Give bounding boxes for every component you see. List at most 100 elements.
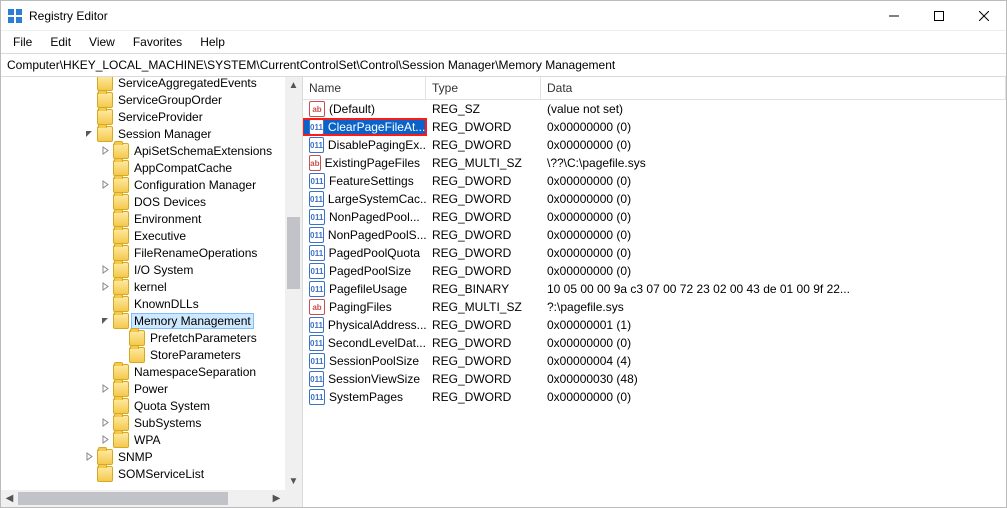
- registry-tree[interactable]: ServiceAggregatedEventsServiceGroupOrder…: [1, 77, 285, 482]
- value-data-cell: 0x00000000 (0): [541, 174, 1006, 188]
- column-data[interactable]: Data: [541, 77, 1006, 99]
- tree-item[interactable]: Session Manager: [1, 125, 285, 142]
- value-row[interactable]: 011PagefileUsageREG_BINARY10 05 00 00 9a…: [303, 280, 1006, 298]
- folder-icon: [113, 143, 129, 159]
- tree-item[interactable]: SNMP: [1, 448, 285, 465]
- value-row[interactable]: 011LargeSystemCac...REG_DWORD0x00000000 …: [303, 190, 1006, 208]
- maximize-button[interactable]: [916, 1, 961, 30]
- tree-item[interactable]: Memory Management: [1, 312, 285, 329]
- scroll-thumb[interactable]: [18, 492, 228, 505]
- expander-closed-icon[interactable]: [97, 180, 113, 189]
- value-data-cell: \??\C:\pagefile.sys: [541, 156, 1006, 170]
- value-row[interactable]: 011FeatureSettingsREG_DWORD0x00000000 (0…: [303, 172, 1006, 190]
- tree-item[interactable]: SubSystems: [1, 414, 285, 431]
- value-name-cell: 011ClearPageFileAt...: [303, 119, 426, 135]
- expander-closed-icon[interactable]: [97, 384, 113, 393]
- tree-horizontal-scrollbar[interactable]: ◀ ▶: [1, 490, 285, 507]
- expander-closed-icon[interactable]: [81, 452, 97, 461]
- values-list[interactable]: ab(Default)REG_SZ(value not set)011Clear…: [303, 100, 1006, 507]
- registry-editor-window: Registry Editor File Edit View Favorites…: [0, 0, 1007, 508]
- tree-item[interactable]: ServiceGroupOrder: [1, 91, 285, 108]
- tree-item-label: Environment: [132, 212, 203, 226]
- value-row[interactable]: ab(Default)REG_SZ(value not set): [303, 100, 1006, 118]
- value-name: DisablePagingEx...: [328, 138, 426, 152]
- tree-item[interactable]: SOMServiceList: [1, 465, 285, 482]
- folder-icon: [113, 228, 129, 244]
- value-data-cell: 0x00000000 (0): [541, 210, 1006, 224]
- tree-item[interactable]: WPA: [1, 431, 285, 448]
- tree-item[interactable]: PrefetchParameters: [1, 329, 285, 346]
- tree-item-label: NamespaceSeparation: [132, 365, 258, 379]
- value-type-cell: REG_BINARY: [426, 282, 541, 296]
- value-row[interactable]: 011SessionPoolSizeREG_DWORD0x00000004 (4…: [303, 352, 1006, 370]
- scroll-down-icon[interactable]: ▼: [285, 473, 302, 490]
- tree-item[interactable]: FileRenameOperations: [1, 244, 285, 261]
- value-row[interactable]: 011ClearPageFileAt...REG_DWORD0x00000000…: [303, 118, 1006, 136]
- expander-open-icon[interactable]: [81, 129, 97, 138]
- value-row[interactable]: abPagingFilesREG_MULTI_SZ?:\pagefile.sys: [303, 298, 1006, 316]
- titlebar[interactable]: Registry Editor: [1, 1, 1006, 31]
- value-type-cell: REG_DWORD: [426, 120, 541, 134]
- expander-closed-icon[interactable]: [97, 418, 113, 427]
- folder-icon: [113, 194, 129, 210]
- menu-favorites[interactable]: Favorites: [125, 33, 190, 51]
- scroll-left-icon[interactable]: ◀: [1, 490, 18, 507]
- value-type-cell: REG_DWORD: [426, 354, 541, 368]
- expander-open-icon[interactable]: [97, 316, 113, 325]
- value-row[interactable]: 011DisablePagingEx...REG_DWORD0x00000000…: [303, 136, 1006, 154]
- expander-closed-icon[interactable]: [97, 146, 113, 155]
- scroll-up-icon[interactable]: ▲: [285, 77, 302, 94]
- menu-view[interactable]: View: [81, 33, 123, 51]
- address-bar[interactable]: Computer\HKEY_LOCAL_MACHINE\SYSTEM\Curre…: [1, 53, 1006, 77]
- value-row[interactable]: 011SessionViewSizeREG_DWORD0x00000030 (4…: [303, 370, 1006, 388]
- value-data-cell: 0x00000000 (0): [541, 228, 1006, 242]
- expander-closed-icon[interactable]: [97, 435, 113, 444]
- value-row[interactable]: 011PagedPoolQuotaREG_DWORD0x00000000 (0): [303, 244, 1006, 262]
- column-type[interactable]: Type: [426, 77, 541, 99]
- tree-item[interactable]: Environment: [1, 210, 285, 227]
- value-type-cell: REG_DWORD: [426, 138, 541, 152]
- value-data-cell: (value not set): [541, 102, 1006, 116]
- tree-item[interactable]: I/O System: [1, 261, 285, 278]
- tree-item[interactable]: ServiceProvider: [1, 108, 285, 125]
- value-type-cell: REG_DWORD: [426, 174, 541, 188]
- column-name[interactable]: Name: [303, 77, 426, 99]
- menu-help[interactable]: Help: [192, 33, 233, 51]
- tree-item[interactable]: DOS Devices: [1, 193, 285, 210]
- tree-item[interactable]: AppCompatCache: [1, 159, 285, 176]
- tree-item[interactable]: Quota System: [1, 397, 285, 414]
- value-row[interactable]: abExistingPageFilesREG_MULTI_SZ\??\C:\pa…: [303, 154, 1006, 172]
- value-row[interactable]: 011NonPagedPoolS...REG_DWORD0x00000000 (…: [303, 226, 1006, 244]
- value-row[interactable]: 011NonPagedPool...REG_DWORD0x00000000 (0…: [303, 208, 1006, 226]
- tree-item[interactable]: NamespaceSeparation: [1, 363, 285, 380]
- value-row[interactable]: 011PagedPoolSizeREG_DWORD0x00000000 (0): [303, 262, 1006, 280]
- tree-item[interactable]: StoreParameters: [1, 346, 285, 363]
- value-name: LargeSystemCac...: [328, 192, 426, 206]
- minimize-button[interactable]: [871, 1, 916, 30]
- tree-item[interactable]: ApiSetSchemaExtensions: [1, 142, 285, 159]
- folder-icon: [97, 77, 113, 91]
- scroll-thumb[interactable]: [287, 217, 300, 289]
- tree-item[interactable]: Executive: [1, 227, 285, 244]
- tree-item-label: Power: [132, 382, 170, 396]
- menu-edit[interactable]: Edit: [42, 33, 79, 51]
- tree-item[interactable]: KnownDLLs: [1, 295, 285, 312]
- tree-item[interactable]: kernel: [1, 278, 285, 295]
- tree-item[interactable]: Configuration Manager: [1, 176, 285, 193]
- tree-vertical-scrollbar[interactable]: ▲ ▼: [285, 77, 302, 490]
- tree-item[interactable]: Power: [1, 380, 285, 397]
- scroll-right-icon[interactable]: ▶: [268, 490, 285, 507]
- close-button[interactable]: [961, 1, 1006, 30]
- expander-closed-icon[interactable]: [97, 265, 113, 274]
- tree-item[interactable]: ServiceAggregatedEvents: [1, 77, 285, 91]
- menu-file[interactable]: File: [5, 33, 40, 51]
- numeric-value-icon: 011: [309, 209, 325, 225]
- value-row[interactable]: 011SecondLevelDat...REG_DWORD0x00000000 …: [303, 334, 1006, 352]
- value-name-cell: 011FeatureSettings: [303, 173, 426, 189]
- tree-item-label: Executive: [132, 229, 188, 243]
- expander-closed-icon[interactable]: [97, 282, 113, 291]
- value-type-cell: REG_DWORD: [426, 264, 541, 278]
- list-header[interactable]: Name Type Data: [303, 77, 1006, 100]
- value-row[interactable]: 011SystemPagesREG_DWORD0x00000000 (0): [303, 388, 1006, 406]
- value-row[interactable]: 011PhysicalAddress...REG_DWORD0x00000001…: [303, 316, 1006, 334]
